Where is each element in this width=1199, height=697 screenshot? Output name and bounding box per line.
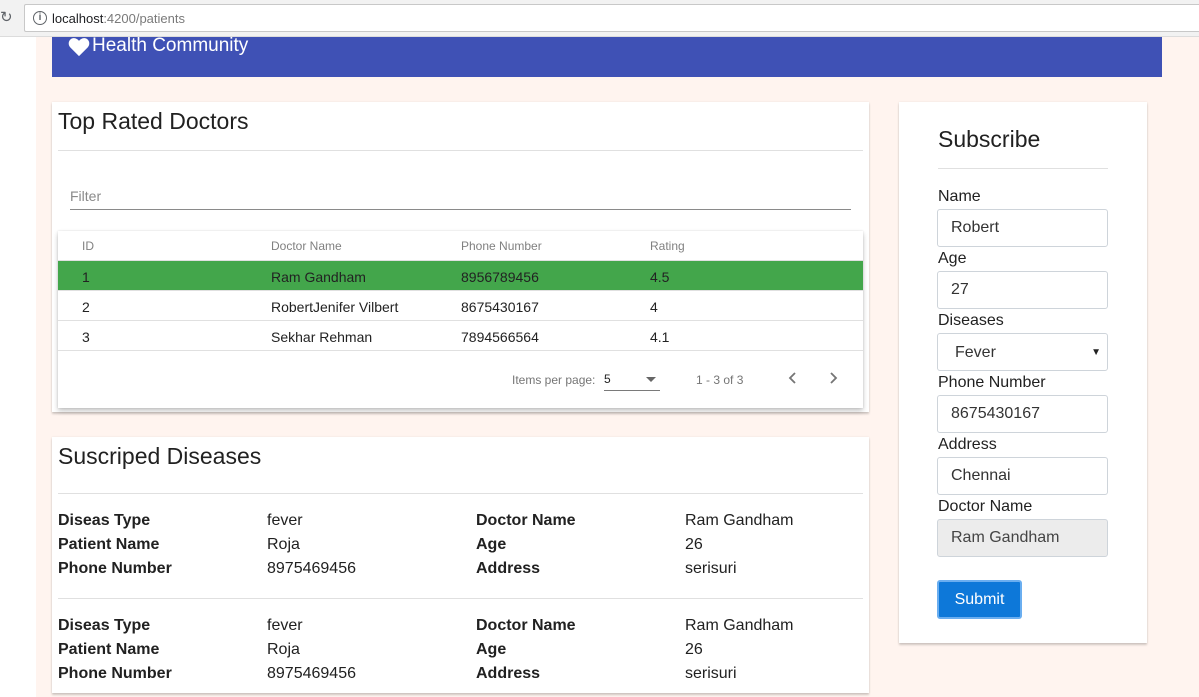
heart-icon [68, 38, 90, 57]
age-label: Age [938, 250, 967, 267]
page-size-value: 5 [604, 372, 611, 386]
address-label: Address [476, 560, 541, 577]
column-header-id[interactable]: ID [82, 239, 94, 253]
info-icon[interactable]: i [33, 11, 47, 25]
diseases-label: Diseases [938, 312, 1004, 329]
patient-name-label: Patient Name [58, 641, 160, 658]
page-range-label: 1 - 3 of 3 [696, 373, 744, 387]
disease-type-value: fever [267, 512, 303, 529]
paginator: Items per page: 5 1 - 3 of 3 [58, 351, 863, 407]
cell-rating: 4 [650, 299, 658, 315]
phone-number-label: Phone Number [58, 560, 172, 577]
age-input[interactable] [937, 271, 1108, 309]
disease-entry: Diseas Type fever Doctor Name Ram Gandha… [58, 617, 863, 689]
cell-doctor-name: RobertJenifer Vilbert [271, 299, 399, 315]
table-row[interactable]: 1 Ram Gandham 8956789456 4.5 [58, 261, 863, 291]
disease-entry: Diseas Type fever Doctor Name Ram Gandha… [58, 512, 863, 584]
diseases-select[interactable]: Fever ▼ [937, 333, 1108, 371]
doctor-name-value: Ram Gandham [685, 512, 794, 529]
table-header-row: ID Doctor Name Phone Number Rating [58, 231, 863, 261]
patient-name-label: Patient Name [58, 536, 160, 553]
doctors-card-title: Top Rated Doctors [58, 108, 249, 134]
page-size-select[interactable]: 5 [604, 369, 660, 391]
patient-name-value: Roja [267, 536, 300, 553]
age-value: 26 [685, 536, 703, 553]
disease-type-label: Diseas Type [58, 617, 151, 634]
cell-phone-number: 7894566564 [461, 329, 539, 345]
items-per-page-label: Items per page: [512, 373, 596, 387]
doctor-name-input[interactable] [937, 519, 1108, 557]
divider [58, 493, 863, 494]
phone-number-label: Phone Number [58, 665, 172, 682]
chevron-left-icon [788, 372, 796, 384]
divider [938, 168, 1108, 169]
triangle-down-icon: ▼ [1091, 347, 1101, 358]
caret-down-icon [646, 377, 656, 382]
address-input[interactable] [937, 457, 1108, 495]
name-input[interactable] [937, 209, 1108, 247]
disease-type-label: Diseas Type [58, 512, 151, 529]
address-label: Address [476, 665, 541, 682]
divider [58, 598, 863, 599]
cell-doctor-name: Ram Gandham [271, 269, 366, 285]
doctor-name-value: Ram Gandham [685, 617, 794, 634]
address-value: serisuri [685, 560, 737, 577]
filter-input[interactable] [70, 182, 851, 210]
previous-page-button[interactable] [781, 366, 805, 390]
cell-rating: 4.1 [650, 329, 670, 345]
patient-name-value: Roja [267, 641, 300, 658]
submit-button[interactable]: Submit [937, 580, 1022, 619]
address-label: Address [938, 436, 997, 453]
cell-id: 2 [82, 299, 90, 315]
next-page-button[interactable] [821, 366, 845, 390]
reload-icon[interactable]: ↻ [0, 9, 16, 27]
cell-id: 1 [82, 269, 90, 285]
phone-number-input[interactable] [937, 395, 1108, 433]
url-field[interactable]: i localhost:4200/patients [24, 4, 1199, 32]
column-header-doctor-name[interactable]: Doctor Name [271, 239, 342, 253]
table-row[interactable]: 3 Sekhar Rehman 7894566564 4.1 [58, 321, 863, 351]
phone-number-value: 8975469456 [267, 560, 356, 577]
address-value: serisuri [685, 665, 737, 682]
url-path: :4200/patients [103, 11, 185, 26]
disease-type-value: fever [267, 617, 303, 634]
age-label: Age [476, 536, 507, 553]
cell-phone-number: 8675430167 [461, 299, 539, 315]
doctor-name-label: Doctor Name [476, 512, 576, 529]
phone-number-label: Phone Number [938, 374, 1046, 391]
phone-number-value: 8975469456 [267, 665, 356, 682]
cell-phone-number: 8956789456 [461, 269, 539, 285]
table-row[interactable]: 2 RobertJenifer Vilbert 8675430167 4 [58, 291, 863, 321]
chevron-right-icon [830, 372, 838, 384]
top-rated-doctors-card: Top Rated Doctors ID Doctor Name Phone N… [52, 102, 869, 412]
column-header-rating[interactable]: Rating [650, 239, 685, 253]
doctor-name-label: Doctor Name [476, 617, 576, 634]
app-title[interactable]: Health Community [92, 35, 248, 57]
cell-rating: 4.5 [650, 269, 670, 285]
age-label: Age [476, 641, 507, 658]
subscribe-form-card: Subscribe Name Age Diseases Fever ▼ Phon… [899, 102, 1147, 643]
diseases-card-title: Suscriped Diseases [58, 443, 262, 469]
browser-address-bar: ↻ i localhost:4200/patients [0, 0, 1199, 37]
name-label: Name [938, 188, 981, 205]
doctors-table: ID Doctor Name Phone Number Rating 1 Ram… [58, 231, 863, 408]
column-header-phone-number[interactable]: Phone Number [461, 239, 542, 253]
age-value: 26 [685, 641, 703, 658]
cell-doctor-name: Sekhar Rehman [271, 329, 373, 345]
subscribed-diseases-card: Suscriped Diseases Diseas Type fever Doc… [52, 437, 869, 693]
doctor-name-label: Doctor Name [938, 498, 1033, 515]
subscribe-title: Subscribe [938, 126, 1041, 152]
divider [58, 150, 863, 151]
url-host: localhost [52, 11, 104, 26]
diseases-select-value: Fever [955, 344, 996, 361]
url-text[interactable]: localhost:4200/patients [52, 11, 185, 26]
app-header: Health Community [52, 35, 1162, 77]
cell-id: 3 [82, 329, 90, 345]
